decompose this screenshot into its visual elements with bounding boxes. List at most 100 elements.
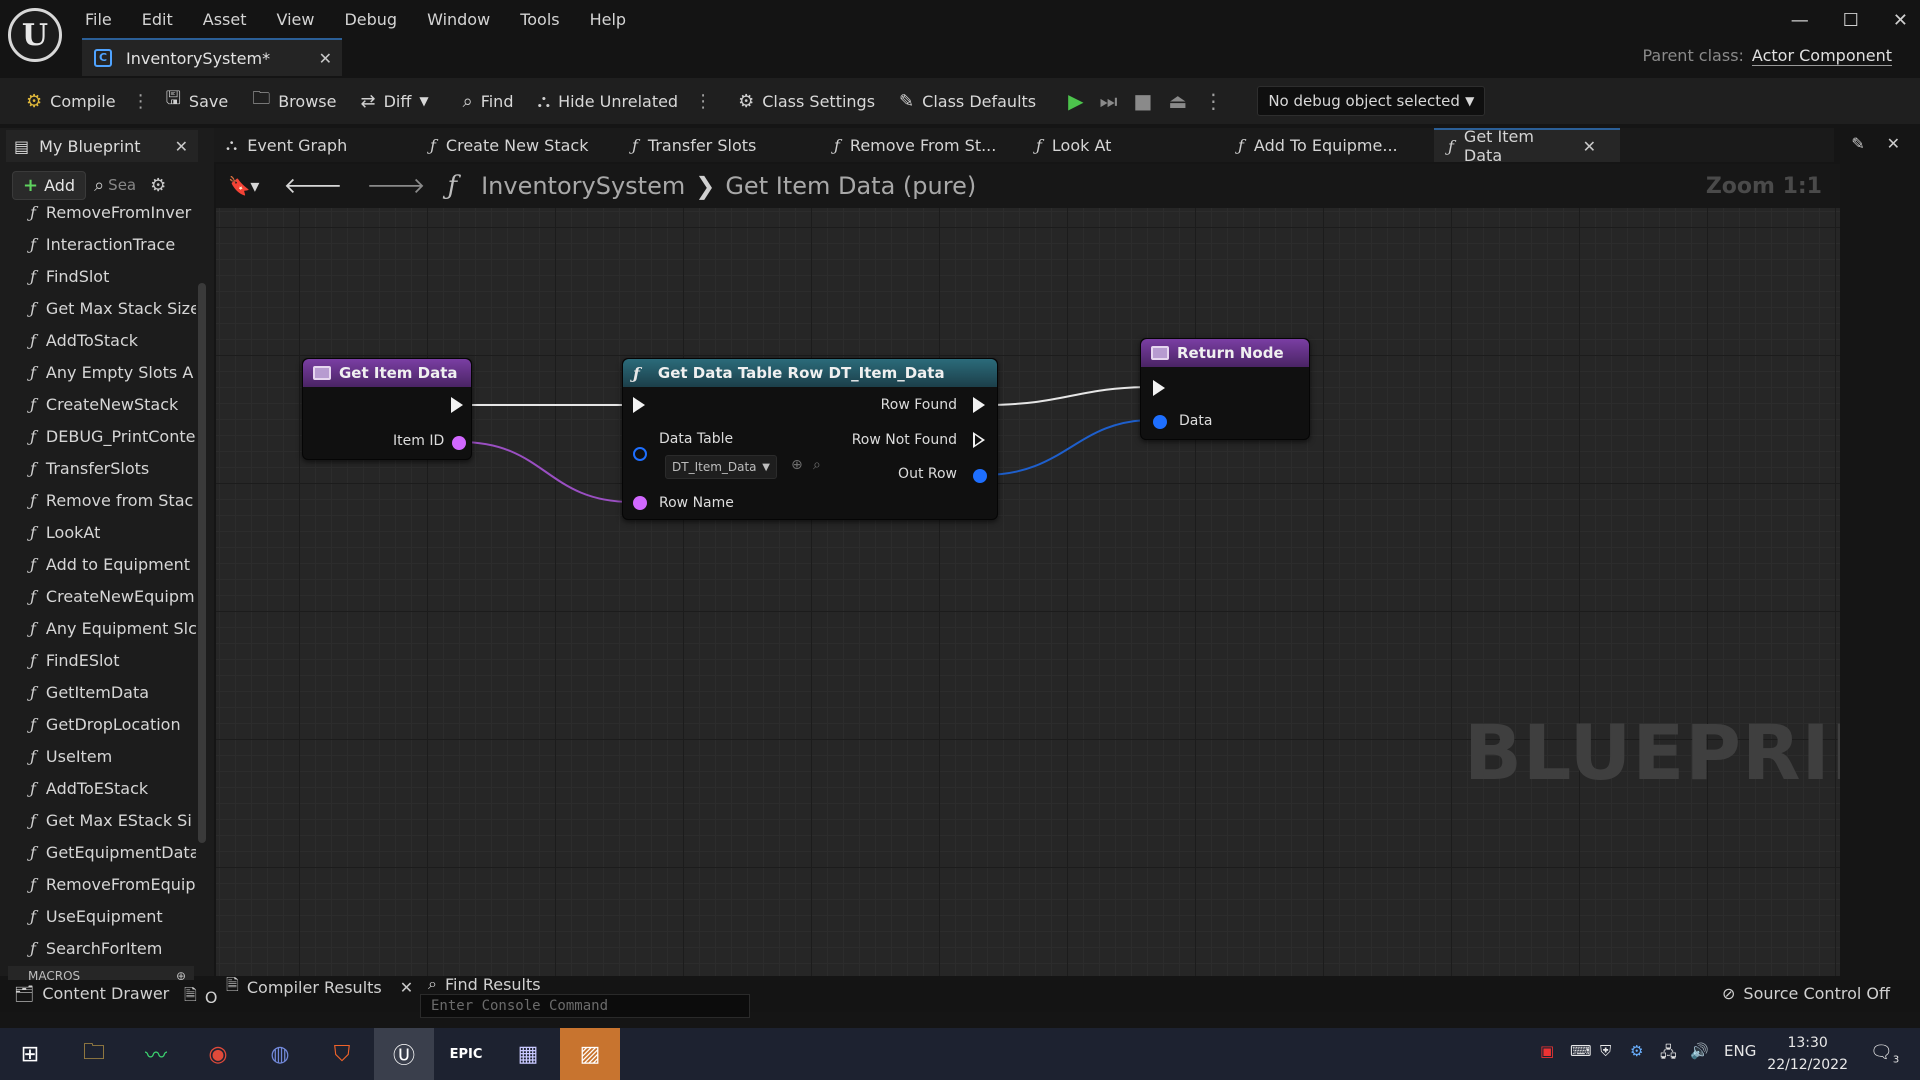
menu-view[interactable]: View — [262, 6, 330, 32]
function-list-item[interactable]: ƒ SearchForItem — [0, 932, 196, 958]
function-list-item[interactable]: ƒ GetEquipmentData — [0, 836, 196, 868]
row-not-found-exec-pin[interactable] — [973, 432, 985, 448]
row-name-input-pin[interactable] — [633, 496, 647, 510]
exec-output-pin[interactable] — [451, 397, 463, 413]
tray-security-icon[interactable]: ⛨ — [1600, 1042, 1611, 1060]
menu-file[interactable]: File — [70, 6, 127, 32]
tray-app-icon[interactable]: ▣ — [1540, 1042, 1554, 1060]
maximize-icon[interactable]: ☐ — [1843, 10, 1859, 31]
function-list-scrollbar[interactable] — [198, 283, 206, 843]
function-list-item[interactable]: ƒ RemoveFromInver — [0, 196, 196, 228]
function-list-item[interactable]: ƒ DEBUG_PrintConte — [0, 420, 196, 452]
photos-app-icon[interactable]: ▨ — [560, 1028, 620, 1080]
compile-options-icon[interactable]: ⋮ — [128, 91, 154, 112]
function-list-item[interactable]: ƒ RemoveFromEquip — [0, 868, 196, 900]
tab-look-at[interactable]: ƒ Look At — [1036, 128, 1111, 162]
function-list-item[interactable]: ƒ Remove from Stac — [0, 484, 196, 516]
browse-asset-icon[interactable]: ⌕ — [813, 457, 821, 473]
debug-object-select[interactable]: No debug object selected ▼ — [1257, 86, 1486, 116]
function-list-item[interactable]: ƒ FindESlot — [0, 644, 196, 676]
find-button[interactable]: ⌕ Find — [451, 82, 526, 120]
function-list-item[interactable]: ƒ Get Max Stack Size — [0, 292, 196, 324]
function-list-item[interactable]: ƒ Get Max EStack Si — [0, 804, 196, 836]
tab-remove-from-stack[interactable]: ƒ Remove From St... — [834, 128, 996, 162]
browse-button[interactable]: 🗀 Browse — [240, 82, 348, 120]
menu-debug[interactable]: Debug — [329, 6, 412, 32]
function-list-item[interactable]: ƒ TransferSlots — [0, 452, 196, 484]
function-list-item[interactable]: ƒ InteractionTrace — [0, 228, 196, 260]
class-defaults-button[interactable]: ✎ Class Defaults — [887, 82, 1048, 120]
use-asset-icon[interactable]: ⊕ — [791, 457, 803, 473]
discord-icon[interactable]: ◍ — [250, 1028, 310, 1080]
system-clock[interactable]: 13:30 22/12/2022 — [1767, 1032, 1848, 1076]
function-list-item[interactable]: ƒ Add to Equipment — [0, 548, 196, 580]
tray-network-icon[interactable]: 🖧 — [1660, 1042, 1677, 1067]
function-list-item[interactable]: ƒ AddToStack — [0, 324, 196, 356]
chrome-icon[interactable]: ◉ — [188, 1028, 248, 1080]
brave-browser-icon[interactable]: ⛉ — [312, 1028, 372, 1080]
compile-button[interactable]: ⚙ Compile — [14, 82, 128, 120]
row-found-exec-pin[interactable] — [973, 397, 985, 413]
visual-studio-icon[interactable]: ▦ — [498, 1028, 558, 1080]
step-icon[interactable]: ⏭ — [1100, 89, 1118, 113]
function-list-item[interactable]: ƒ GetDropLocation — [0, 708, 196, 740]
function-list-item[interactable]: ƒ FindSlot — [0, 260, 196, 292]
edit-pencil-icon[interactable]: ✎ — [1851, 134, 1864, 153]
function-list-item[interactable]: ƒ UseEquipment — [0, 900, 196, 932]
document-tab-inventory-system[interactable]: C InventorySystem* ✕ — [82, 38, 342, 76]
function-list-item[interactable]: ƒ GetItemData — [0, 676, 196, 708]
file-explorer-icon[interactable]: 🗀 — [64, 1028, 124, 1080]
tab-create-new-stack[interactable]: ƒ Create New Stack — [430, 128, 588, 162]
parent-class-link[interactable]: Actor Component — [1751, 46, 1892, 66]
play-options-icon[interactable]: ⋮ — [1203, 89, 1223, 113]
close-window-icon[interactable]: ✕ — [1893, 10, 1908, 31]
tab-get-item-data[interactable]: ƒ Get Item Data ✕ — [1434, 127, 1620, 165]
function-list-item[interactable]: ƒ CreateNewEquipm — [0, 580, 196, 612]
close-tab-icon[interactable]: ✕ — [390, 978, 423, 997]
find-results-tab[interactable]: ⌕ Find Results — [428, 974, 541, 994]
tray-volume-icon[interactable]: 🔊 — [1690, 1042, 1709, 1060]
exec-input-pin[interactable] — [633, 397, 645, 413]
diff-button[interactable]: ⇄ Diff ▼ — [348, 82, 440, 120]
minimize-icon[interactable]: — — [1791, 10, 1809, 31]
output-log-button[interactable]: 🗎 O — [184, 984, 217, 1011]
menu-tools[interactable]: Tools — [505, 6, 574, 32]
close-tab-icon[interactable]: ✕ — [309, 49, 342, 68]
menu-edit[interactable]: Edit — [127, 6, 188, 32]
item-id-output-pin[interactable] — [452, 436, 466, 450]
tray-keyboard-icon[interactable]: ⌨ — [1570, 1042, 1592, 1060]
tray-language[interactable]: ENG — [1724, 1042, 1756, 1060]
menu-asset[interactable]: Asset — [188, 6, 262, 32]
console-command-input[interactable]: Enter Console Command — [420, 994, 750, 1018]
tab-add-to-equipment[interactable]: ƒ Add To Equipme... — [1238, 128, 1398, 162]
close-panel-icon[interactable]: ✕ — [165, 137, 198, 156]
source-control-status[interactable]: ⊘ Source Control Off — [1722, 984, 1890, 1003]
class-settings-button[interactable]: ⚙ Class Settings — [726, 82, 887, 120]
out-row-output-pin[interactable] — [973, 469, 987, 483]
function-list-item[interactable]: ƒ Any Empty Slots A — [0, 356, 196, 388]
close-panel-icon[interactable]: ✕ — [1887, 134, 1900, 153]
compiler-results-tab[interactable]: 🗎 Compiler Results ✕ — [226, 974, 423, 1001]
data-table-input-pin[interactable] — [633, 447, 647, 461]
eject-icon[interactable]: ⏏ — [1168, 89, 1187, 113]
function-list-item[interactable]: ƒ Any Equipment Slc — [0, 612, 196, 644]
epic-games-launcher-icon[interactable]: EPIC — [436, 1028, 496, 1080]
hide-unrelated-options-icon[interactable]: ⋮ — [690, 91, 716, 112]
data-table-select[interactable]: DT_Item_Data ▼ — [665, 455, 777, 479]
hide-unrelated-button[interactable]: ⛬ Hide Unrelated — [525, 82, 690, 120]
function-list-item[interactable]: ƒ LookAt — [0, 516, 196, 548]
windows-start-icon[interactable]: ⊞ — [0, 1028, 60, 1080]
get-data-table-row-node[interactable]: ƒ Get Data Table Row DT_Item_Data Data T… — [622, 358, 998, 520]
function-list-item[interactable]: ƒ AddToEStack — [0, 772, 196, 804]
play-icon[interactable]: ▶ — [1068, 89, 1083, 113]
content-drawer-button[interactable]: 🗂 Content Drawer — [14, 984, 169, 1003]
notifications-icon[interactable]: 🗨3 — [1870, 1042, 1899, 1066]
blueprint-graph-canvas[interactable]: 🔖▾ 🡐 🡒 ƒ InventorySystem ❯ Get Item Data… — [216, 164, 1840, 976]
close-tab-icon[interactable]: ✕ — [1573, 137, 1606, 156]
tab-transfer-slots[interactable]: ƒ Transfer Slots — [632, 128, 756, 162]
entry-node[interactable]: Get Item Data Item ID — [302, 358, 472, 460]
unreal-editor-icon[interactable]: Ⓤ — [374, 1028, 434, 1080]
stop-icon[interactable]: ■ — [1134, 89, 1153, 113]
search-input[interactable]: ⌕ Sea — [94, 175, 136, 196]
function-list-item[interactable]: ƒ UseItem — [0, 740, 196, 772]
